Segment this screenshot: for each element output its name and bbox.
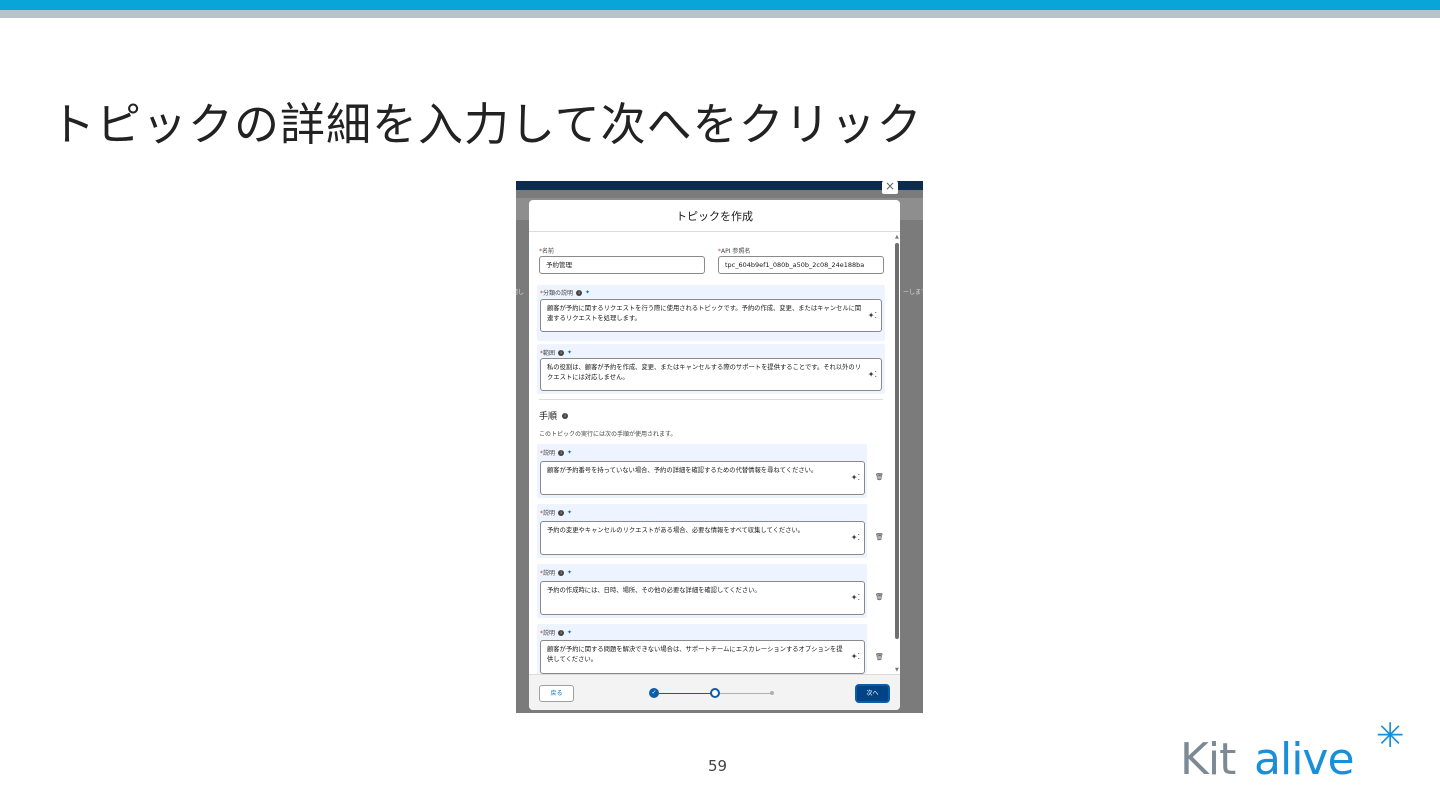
scroll-down-icon[interactable]: ▼	[895, 668, 899, 673]
logo-text-kit: Kit	[1180, 734, 1236, 785]
step-text: 予約の作成時には、日時、場所、その他の必要な詳細を確認してください。	[547, 587, 761, 594]
scope-text: 私の役割は、顧客が予約を作成、変更、またはキャンセルする際のサポートを提供するこ…	[547, 364, 862, 381]
modal-body[interactable]: *名前 予約管理 *API 参照名 tpc_604b9ef1_080b_a50b…	[529, 233, 900, 674]
info-icon[interactable]: i	[562, 412, 569, 419]
modal-footer: 戻る ✓ 次へ	[529, 674, 900, 710]
info-icon[interactable]: i	[558, 449, 565, 456]
create-topic-modal: トピックを作成 *名前 予約管理 *API 参照名 tpc_604b9ef1_0…	[529, 200, 900, 710]
kitalive-logo: Kit alive ✳	[1180, 716, 1420, 792]
screenshot-frame: 用し ーします × トピックを作成 *名前 予約管理 *API 参照名 tpc_…	[516, 181, 923, 713]
scope-textarea[interactable]: 私の役割は、顧客が予約を作成、変更、またはキャンセルする際のサポートを提供するこ…	[540, 358, 882, 391]
scroll-up-icon[interactable]: ▲	[895, 235, 899, 240]
info-icon[interactable]: i	[558, 569, 565, 576]
sparkle-icon: ✦	[567, 569, 573, 576]
progress-step-complete-icon: ✓	[649, 688, 659, 698]
sparkle-icon: ✦	[567, 349, 573, 356]
logo-text-alive: alive	[1254, 734, 1355, 785]
progress-line-pending	[719, 693, 771, 694]
api-name-label: *API 参照名	[718, 248, 751, 255]
classification-label-text: 分類の説明	[543, 290, 574, 297]
backdrop-text-right: ーします	[902, 289, 923, 296]
name-label: *名前	[539, 248, 555, 255]
step-label-text: 説明	[543, 570, 556, 577]
page-number: 59	[708, 757, 728, 775]
step-text: 顧客が予約番号を持っていない場合、予約の詳細を確認するための代替情報を尋ねてくだ…	[547, 467, 818, 474]
step-label: *説明 i ✦	[540, 449, 573, 457]
step-textarea[interactable]: 予約の作成時には、日時、場所、その他の必要な詳細を確認してください。 ✦⁚	[540, 581, 865, 615]
back-button[interactable]: 戻る	[539, 685, 574, 702]
info-icon[interactable]: i	[558, 509, 565, 516]
step-label: *説明 i ✦	[540, 509, 573, 517]
steps-description: このトピックの実行には次の手順が使用されます。	[539, 431, 677, 438]
scope-label-text: 範囲	[543, 350, 556, 357]
step-label: *説明 i ✦	[540, 569, 573, 577]
ai-assist-icon[interactable]: ✦⁚	[851, 533, 860, 543]
next-button[interactable]: 次へ	[855, 684, 890, 703]
scope-label: *範囲 i ✦	[540, 349, 573, 357]
step-label: *説明 i ✦	[540, 629, 573, 637]
progress-step-pending	[770, 691, 774, 695]
api-name-field[interactable]: tpc_604b9ef1_080b_a50b_2c08_24e188ba	[718, 256, 884, 274]
trash-icon[interactable]: 🗑	[875, 473, 884, 481]
trash-icon[interactable]: 🗑	[875, 533, 884, 541]
classification-text: 顧客が予約に関するリクエストを行う際に使用されるトピックです。予約の作成、変更、…	[547, 305, 862, 322]
classification-label: *分類の説明 i ✦	[540, 289, 591, 297]
top-sub-bar	[0, 10, 1440, 18]
logo-asterisk-icon: ✳	[1376, 716, 1405, 756]
step-label-text: 説明	[543, 630, 556, 637]
sparkle-icon: ✦	[567, 629, 573, 636]
name-label-text: 名前	[542, 248, 555, 255]
ai-assist-icon[interactable]: ✦⁚	[851, 473, 860, 483]
ai-assist-icon[interactable]: ✦⁚	[851, 652, 860, 662]
ai-assist-icon[interactable]: ✦⁚	[868, 370, 877, 380]
top-accent-bar	[0, 0, 1440, 10]
app-header-bar	[516, 181, 923, 190]
trash-icon[interactable]: 🗑	[875, 653, 884, 661]
modal-scrollbar[interactable]: ▲ ▼	[895, 235, 899, 673]
modal-header: トピックを作成	[529, 200, 900, 232]
sparkle-icon: ✦	[567, 509, 573, 516]
step-text: 顧客が予約に関する問題を解決できない場合は、サポートチームにエスカレーションする…	[547, 646, 843, 663]
name-field[interactable]: 予約管理	[539, 256, 705, 274]
sparkle-icon: ✦	[567, 449, 573, 456]
step-label-text: 説明	[543, 510, 556, 517]
api-name-label-text: API 参照名	[721, 248, 751, 255]
ai-assist-icon[interactable]: ✦⁚	[868, 311, 877, 321]
close-icon[interactable]: ×	[882, 181, 898, 194]
steps-title-text: 手順	[539, 412, 558, 422]
slide-title: トピックの詳細を入力して次へをクリック	[50, 98, 923, 151]
step-label-text: 説明	[543, 450, 556, 457]
classification-textarea[interactable]: 顧客が予約に関するリクエストを行う際に使用されるトピックです。予約の作成、変更、…	[540, 299, 882, 332]
ai-assist-icon[interactable]: ✦⁚	[851, 593, 860, 603]
section-divider	[539, 399, 883, 400]
scroll-thumb[interactable]	[895, 243, 899, 639]
steps-title: 手順 i	[539, 409, 569, 422]
backdrop-text-left: 用し	[516, 289, 525, 296]
trash-icon[interactable]: 🗑	[875, 593, 884, 601]
step-text: 予約の変更やキャンセルのリクエストがある場合、必要な情報をすべて収集してください…	[547, 527, 805, 534]
sparkle-icon: ✦	[585, 289, 591, 296]
step-textarea[interactable]: 予約の変更やキャンセルのリクエストがある場合、必要な情報をすべて収集してください…	[540, 521, 865, 555]
progress-line-complete	[659, 693, 711, 694]
info-icon[interactable]: i	[558, 629, 565, 636]
progress-step-current	[710, 688, 720, 698]
step-textarea[interactable]: 顧客が予約番号を持っていない場合、予約の詳細を確認するための代替情報を尋ねてくだ…	[540, 461, 865, 495]
info-icon[interactable]: i	[576, 289, 583, 296]
modal-title: トピックを作成	[676, 210, 753, 223]
info-icon[interactable]: i	[558, 349, 565, 356]
step-textarea[interactable]: 顧客が予約に関する問題を解決できない場合は、サポートチームにエスカレーションする…	[540, 640, 865, 674]
